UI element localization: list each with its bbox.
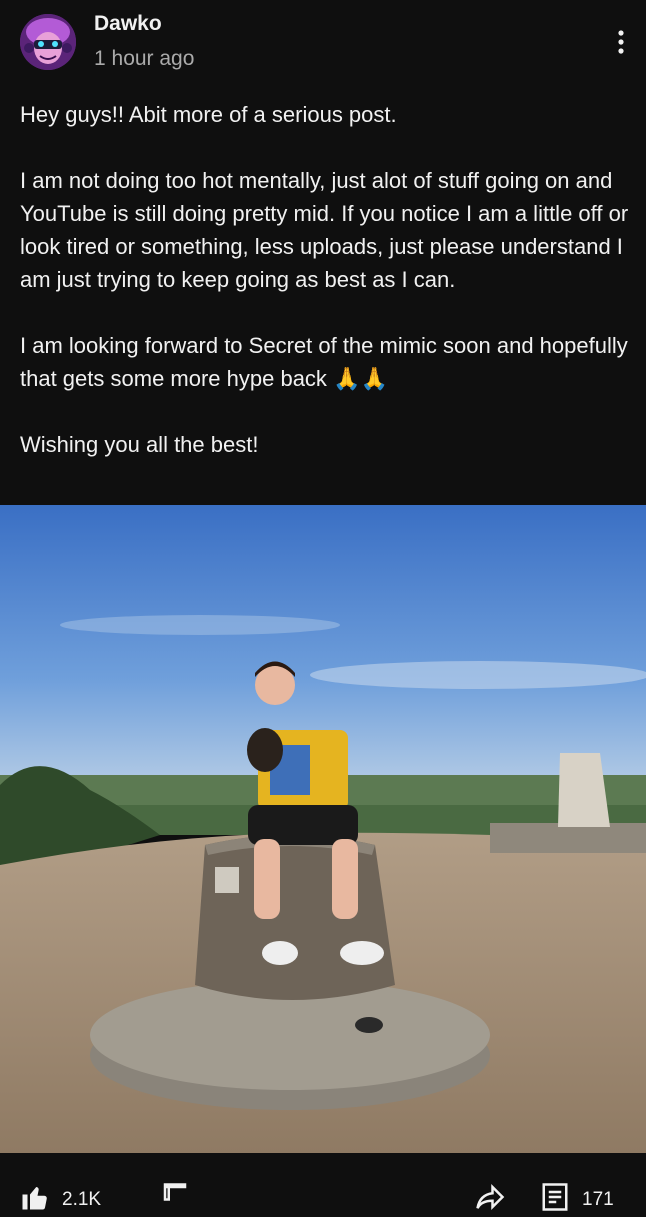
post-image[interactable] (0, 505, 646, 1153)
channel-name[interactable]: Dawko (94, 12, 162, 36)
post-body: Hey guys!! Abit more of a serious post. … (20, 98, 630, 494)
community-post: Dawko 1 hour ago Hey guys!! Abit more of… (0, 0, 646, 1211)
post-timestamp: 1 hour ago (94, 47, 195, 70)
post-actions-bar: 2.1K 171 (0, 1166, 646, 1211)
post-paragraph: I am not doing too hot mentally, just al… (20, 168, 629, 292)
post-header: Dawko 1 hour ago (0, 0, 646, 90)
post-paragraph: Hey guys!! Abit more of a serious post. (20, 102, 397, 127)
post-paragraph: I am looking forward to Secret of the mi… (20, 333, 628, 391)
post-paragraph: Wishing you all the best! (20, 432, 259, 457)
channel-avatar[interactable] (20, 14, 76, 70)
more-vert-icon[interactable] (604, 24, 638, 60)
